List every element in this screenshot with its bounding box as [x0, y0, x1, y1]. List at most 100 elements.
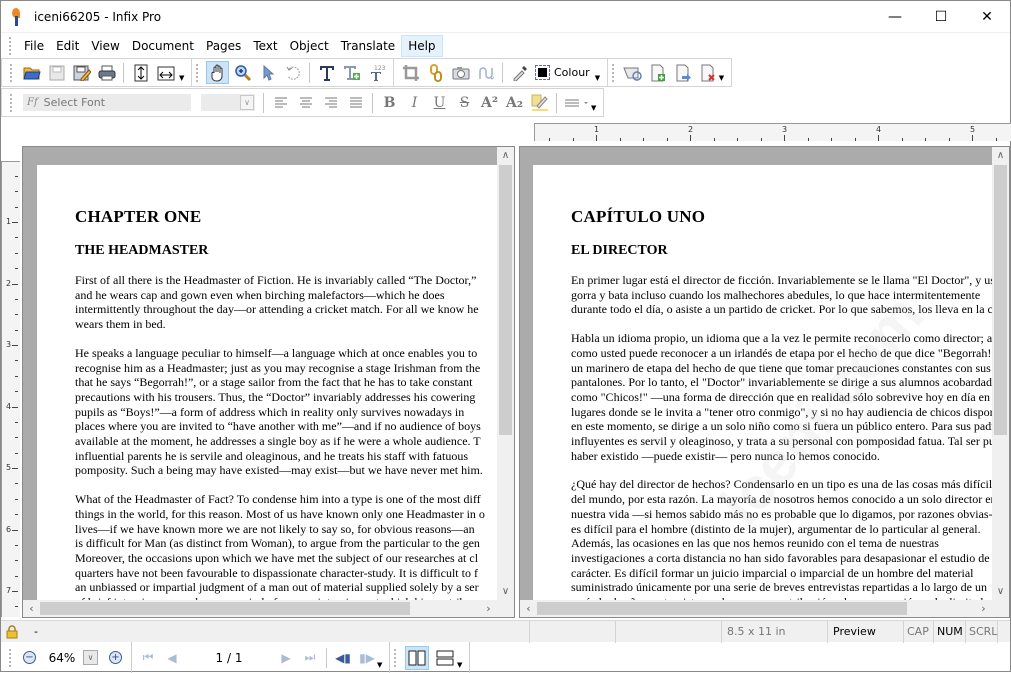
vertical-scrollbar[interactable]: ∧ ∨ [992, 147, 1009, 617]
text-line: como "Chicos!" —una forma de dirección q… [571, 389, 990, 404]
menu-file[interactable]: File [18, 36, 50, 56]
menu-pages[interactable]: Pages [200, 36, 247, 56]
toolbar-grip[interactable] [196, 63, 199, 82]
snapshot-button[interactable] [449, 61, 472, 84]
crop-button[interactable] [399, 61, 422, 84]
zoom-in-button[interactable]: + [109, 651, 122, 664]
line-spacing-button[interactable] [562, 91, 592, 114]
side-by-side-view-button[interactable] [405, 645, 429, 670]
bold-icon: B [383, 94, 396, 111]
open-button[interactable] [20, 61, 43, 84]
colour-button[interactable]: Colour [533, 61, 596, 84]
colour-dropdown-arrow[interactable]: ▼ [595, 74, 603, 82]
link-button[interactable] [424, 61, 447, 84]
scrollbar-thumb[interactable] [40, 602, 410, 615]
fit-width-button[interactable] [154, 61, 180, 84]
path-button[interactable] [474, 61, 497, 84]
underline-button[interactable]: U [428, 91, 451, 114]
horizontal-scrollbar[interactable]: ‹ › [23, 600, 514, 617]
eyedropper-button[interactable] [508, 61, 531, 84]
first-page-button[interactable]: ⏮ [136, 650, 160, 665]
number-text-button[interactable]: 123 [365, 61, 388, 84]
close-button[interactable]: ✕ [964, 1, 1010, 32]
menu-translate[interactable]: Translate [335, 36, 402, 56]
back-button[interactable]: ◀▮ [331, 651, 355, 665]
text-tool-button[interactable] [315, 61, 338, 84]
save-button[interactable] [45, 61, 68, 84]
stacked-view-button[interactable] [433, 646, 457, 670]
scroll-down-icon[interactable]: ∨ [992, 583, 1009, 600]
insert-page-button[interactable] [647, 61, 670, 84]
vertical-scrollbar[interactable]: ∧ ∨ [497, 147, 514, 617]
toolbar-grip[interactable] [611, 63, 615, 82]
scroll-down-icon[interactable]: ∨ [497, 583, 514, 600]
menu-edit[interactable]: Edit [50, 36, 85, 56]
print-button[interactable] [95, 61, 118, 84]
justify-button[interactable] [344, 91, 367, 114]
scroll-up-icon[interactable]: ∧ [497, 147, 514, 164]
source-document-pane[interactable]: CHAPTER ONE THE HEADMASTER First of all … [22, 146, 515, 618]
minimize-button[interactable]: — [872, 1, 918, 32]
subscript-button[interactable]: A₂ [503, 91, 526, 114]
paragraph: En primer lugar está el director de ficc… [571, 273, 995, 317]
next-page-button[interactable]: ▶ [274, 651, 298, 665]
font-select[interactable]: Ff Select Font [23, 94, 191, 111]
font-size-select[interactable]: ∨ [201, 94, 255, 111]
scroll-left-icon[interactable]: ‹ [23, 600, 40, 617]
last-page-button[interactable]: ⏭ [298, 650, 322, 665]
toolbar-grip[interactable] [10, 93, 13, 112]
forward-button[interactable]: ▮▶ [355, 651, 379, 665]
previous-page-button[interactable]: ◀ [160, 651, 184, 665]
toolbar-grip[interactable] [9, 648, 12, 667]
menu-grip[interactable] [9, 36, 12, 55]
strikethrough-button[interactable]: S [453, 91, 476, 114]
select-tool-button[interactable] [256, 61, 279, 84]
fit-height-button[interactable] [129, 61, 152, 84]
scrollbar-thumb[interactable] [537, 602, 907, 615]
horizontal-scrollbar[interactable]: ‹ › [520, 600, 1009, 617]
format-dropdown-arrow[interactable]: ▼ [591, 104, 599, 112]
scroll-up-icon[interactable]: ∧ [992, 147, 1009, 164]
align-right-button[interactable] [319, 91, 342, 114]
menu-help[interactable]: Help [401, 34, 443, 57]
toolbar-grip[interactable] [394, 648, 397, 667]
hand-tool-button[interactable] [206, 61, 229, 84]
scroll-left-icon[interactable]: ‹ [520, 600, 537, 617]
zoom-tool-button[interactable] [231, 61, 254, 84]
rotate-tool-button[interactable] [281, 61, 304, 84]
align-left-button[interactable] [269, 91, 292, 114]
add-text-button[interactable] [340, 61, 363, 84]
bold-button[interactable]: B [378, 91, 401, 114]
extract-page-icon [676, 64, 692, 81]
superscript-button[interactable]: A² [478, 91, 501, 114]
menu-view[interactable]: View [85, 36, 125, 56]
save-as-button[interactable] [70, 61, 93, 84]
menu-object[interactable]: Object [284, 36, 335, 56]
maximize-button[interactable]: ☐ [918, 1, 964, 32]
zoom-level[interactable]: 64% [41, 651, 83, 665]
zoom-dropdown[interactable]: ∨ [83, 650, 98, 665]
delete-page-icon [701, 64, 715, 81]
ruler-tick [15, 421, 18, 423]
replace-page-button[interactable] [622, 61, 645, 84]
page-indicator[interactable]: 1 / 1 [184, 651, 274, 665]
view-dropdown-arrow[interactable]: ▼ [457, 661, 465, 669]
menu-text[interactable]: Text [247, 36, 283, 56]
highlight-button[interactable] [528, 91, 551, 114]
scrollbar-thumb[interactable] [994, 165, 1007, 435]
translated-document-pane[interactable]: CAPÍTULO UNO EL DIRECTOR En primer lugar… [519, 146, 1010, 618]
scrollbar-thumb[interactable] [499, 165, 512, 435]
italic-button[interactable]: I [403, 91, 426, 114]
extract-page-button[interactable] [672, 61, 695, 84]
fit-dropdown-arrow[interactable]: ▼ [179, 74, 187, 82]
scroll-right-icon[interactable]: › [480, 600, 497, 617]
history-dropdown-arrow[interactable]: ▼ [377, 661, 385, 669]
page-tools-dropdown-arrow[interactable]: ▼ [719, 74, 727, 82]
zoom-out-button[interactable]: − [23, 651, 36, 664]
scroll-right-icon[interactable]: › [975, 600, 992, 617]
align-center-button[interactable] [294, 91, 317, 114]
ruler-tick [854, 138, 856, 141]
menu-document[interactable]: Document [126, 36, 200, 56]
delete-page-button[interactable] [697, 61, 720, 84]
toolbar-grip[interactable] [10, 63, 13, 82]
